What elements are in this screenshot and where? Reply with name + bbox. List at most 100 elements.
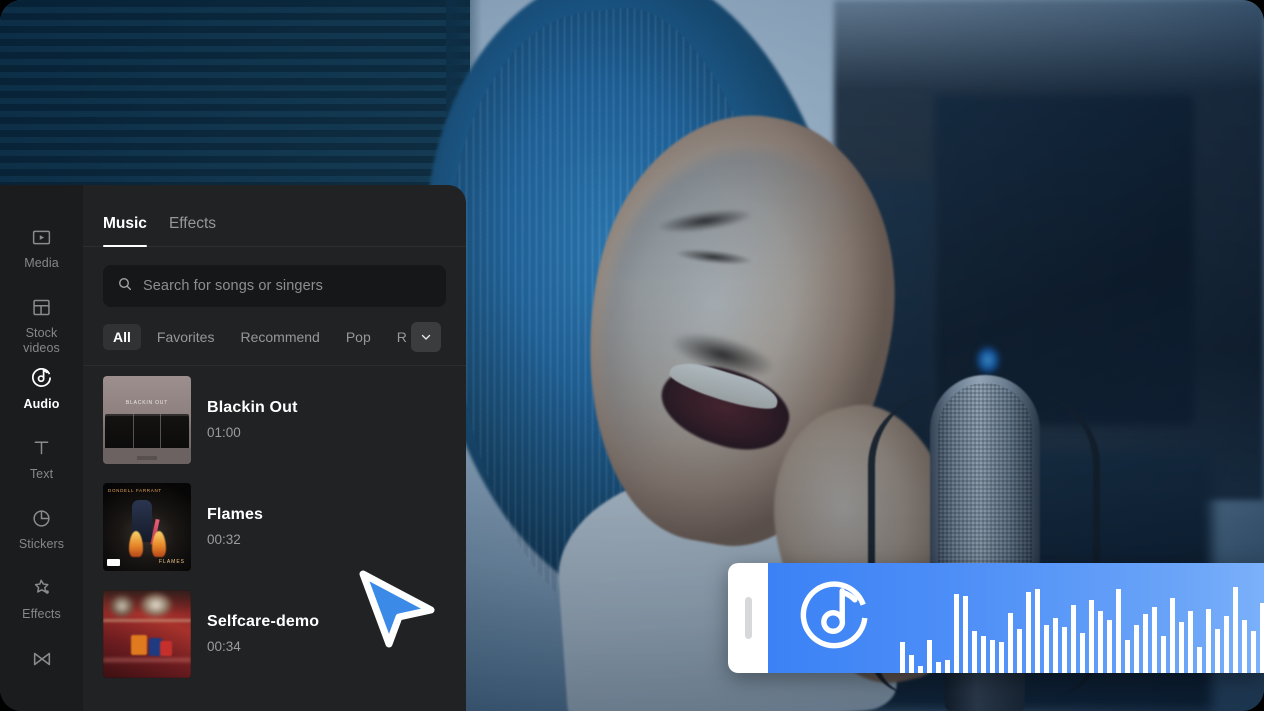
category-pop[interactable]: Pop (336, 324, 381, 350)
waveform-bar (1152, 607, 1157, 673)
album-art-object-orange (131, 635, 148, 656)
waveform-bar (1206, 609, 1211, 673)
song-title: Flames (207, 506, 264, 523)
waveform-bar (1233, 587, 1238, 673)
waveform-bar (927, 640, 932, 673)
album-art: DONDELL FARRANT FLAMES (103, 482, 191, 571)
audio-clip-body[interactable] (768, 563, 1264, 673)
waveform-bar (918, 666, 923, 673)
album-art-blur-b (139, 591, 173, 618)
category-recommend[interactable]: Recommend (230, 324, 329, 350)
waveform-bar (1098, 611, 1103, 673)
waveform-bar (1080, 633, 1085, 673)
waveform-bar (972, 631, 977, 673)
editor-panel: Media Stock videos Audio Text Stickers E… (0, 185, 466, 711)
search-placeholder: Search for songs or singers (143, 278, 324, 294)
waveform-bar (1170, 598, 1175, 673)
sidebar-item-label: Audio (23, 396, 60, 411)
song-duration: 00:32 (207, 532, 241, 547)
waveform-bar (1116, 589, 1121, 673)
parental-advisory-label (107, 558, 120, 566)
song-list: BLACKIN OUT Blackin Out 01:00 DONDELL FA… (83, 365, 466, 687)
waveform-bar (1089, 600, 1094, 673)
waveform-bar (1107, 620, 1112, 673)
waveform-bar (945, 659, 950, 673)
sidebar-item-label: Media (24, 256, 59, 270)
album-art-selfcare-demo (103, 589, 191, 678)
stickers-icon (31, 504, 52, 532)
transitions-icon (31, 645, 53, 673)
album-art-streak-2 (103, 657, 191, 662)
waveform-bar (1071, 604, 1076, 673)
audio-waveform (900, 563, 1264, 673)
category-favorites[interactable]: Favorites (147, 324, 225, 350)
waveform-bar (990, 640, 995, 673)
waveform-bar (1008, 612, 1013, 673)
sidebar-item-stock-videos[interactable]: Stock videos (0, 289, 83, 359)
waveform-bar (981, 635, 986, 673)
song-meta: Blackin Out 01:00 (207, 399, 298, 440)
song-meta: Selfcare-demo 00:34 (207, 613, 319, 654)
waveform-bar (1134, 624, 1139, 673)
album-art-sofa (105, 413, 189, 450)
waveform-bar (909, 655, 914, 673)
panel-tabs: Music Effects (83, 185, 466, 247)
waveform-bar (1044, 624, 1049, 673)
audio-note-icon (30, 364, 53, 392)
chevron-down-icon[interactable] (411, 322, 441, 352)
album-art (103, 589, 191, 678)
waveform-bar (1179, 622, 1184, 673)
list-item[interactable]: Selfcare-demo 00:34 (83, 580, 466, 687)
text-icon (31, 434, 52, 462)
category-all[interactable]: All (103, 324, 141, 350)
sidebar-item-media[interactable]: Media (0, 219, 83, 289)
waveform-bar (1017, 629, 1022, 673)
waveform-bar (1251, 631, 1256, 673)
sidebar-item-effects[interactable]: Effects (0, 570, 83, 640)
song-duration: 01:00 (207, 425, 241, 440)
waveform-bar (1035, 589, 1040, 673)
waveform-bar (1224, 615, 1229, 673)
sidebar-item-label: Effects (22, 607, 61, 622)
album-art-title: BLACKIN OUT (125, 400, 169, 407)
waveform-bar (1125, 640, 1130, 673)
waveform-bar (1260, 602, 1264, 673)
album-art-tag (137, 455, 157, 460)
tab-effects[interactable]: Effects (169, 215, 216, 246)
search-input[interactable]: Search for songs or singers (103, 265, 446, 307)
timeline-audio-clip[interactable] (728, 563, 1264, 673)
tab-music[interactable]: Music (103, 215, 147, 247)
drag-handle-icon[interactable] (728, 563, 768, 673)
album-art-title: FLAMES (158, 558, 185, 565)
sidebar-item-transitions[interactable] (0, 641, 83, 711)
sidebar-item-label: Stickers (18, 537, 65, 552)
waveform-bar (999, 642, 1004, 673)
album-art: BLACKIN OUT (103, 375, 191, 464)
waveform-bar (1026, 591, 1031, 673)
album-art-flame-right (152, 530, 167, 557)
search-icon (117, 276, 133, 297)
waveform-bar (1197, 646, 1202, 673)
waveform-bar (1143, 613, 1148, 673)
panel-content: Music Effects Search for songs or singer… (83, 185, 466, 711)
waveform-bar (1215, 629, 1220, 673)
waveform-bar (1053, 618, 1058, 673)
sidebar-item-label: Text (29, 466, 54, 481)
list-item[interactable]: DONDELL FARRANT FLAMES Flames 00:32 (83, 473, 466, 580)
waveform-bar (963, 596, 968, 673)
left-tool-rail: Media Stock videos Audio Text Stickers E… (0, 185, 83, 711)
sidebar-item-text[interactable]: Text (0, 430, 83, 500)
waveform-bar (1161, 635, 1166, 673)
song-title: Selfcare-demo (207, 613, 320, 630)
sidebar-item-stickers[interactable]: Stickers (0, 500, 83, 570)
album-art-object-red (160, 640, 173, 656)
song-title: Blackin Out (207, 399, 298, 416)
sidebar-item-label: Stock videos (23, 326, 60, 356)
album-art-artist: DONDELL FARRANT (108, 487, 162, 493)
list-item[interactable]: BLACKIN OUT Blackin Out 01:00 (83, 366, 466, 473)
search-row: Search for songs or singers (83, 247, 466, 307)
waveform-bar (900, 642, 905, 673)
waveform-bar (1242, 620, 1247, 673)
sidebar-item-audio[interactable]: Audio (0, 360, 83, 430)
media-icon (31, 223, 52, 251)
